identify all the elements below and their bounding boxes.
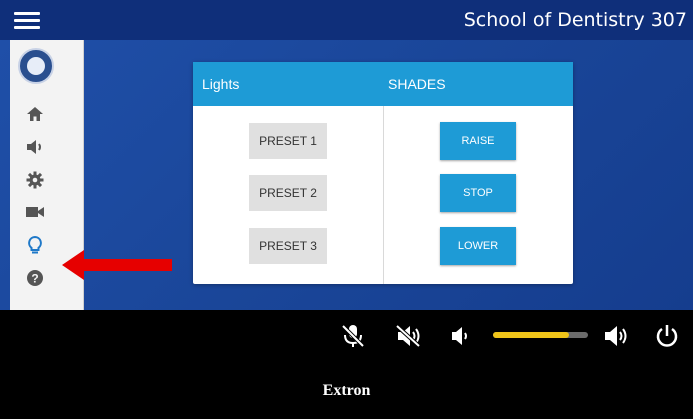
panel-header: Lights SHADES: [193, 62, 573, 106]
lower-button[interactable]: LOWER: [440, 227, 516, 265]
annotation-arrow: [62, 250, 172, 280]
volume-slider[interactable]: [493, 332, 588, 338]
hamburger-menu-icon[interactable]: [14, 9, 40, 31]
stop-button[interactable]: STOP: [440, 174, 516, 212]
lightbulb-icon[interactable]: [22, 233, 48, 257]
lights-heading: Lights: [202, 76, 240, 92]
lights-shades-panel: Lights SHADES PRESET 1 PRESET 2 PRESET 3…: [193, 62, 573, 284]
volume-down-icon[interactable]: [448, 322, 474, 350]
mic-mute-icon[interactable]: [338, 322, 368, 350]
panel-divider: [383, 106, 384, 284]
speaker-mute-icon[interactable]: [393, 322, 425, 350]
preset-1-button[interactable]: PRESET 1: [249, 123, 327, 159]
shades-heading: SHADES: [388, 76, 446, 92]
preset-3-button[interactable]: PRESET 3: [249, 228, 327, 264]
video-camera-icon[interactable]: [22, 200, 48, 224]
home-icon[interactable]: [22, 102, 48, 126]
control-bar: [0, 310, 693, 362]
school-seal-logo: [18, 48, 54, 84]
preset-2-button[interactable]: PRESET 2: [249, 175, 327, 211]
top-bar: School of Dentistry 307: [0, 0, 693, 40]
room-title: School of Dentistry 307: [463, 9, 687, 31]
volume-up-icon[interactable]: [600, 322, 632, 350]
volume-fill: [493, 332, 569, 338]
speaker-icon[interactable]: [22, 135, 48, 159]
raise-button[interactable]: RAISE: [440, 122, 516, 160]
extron-brand: Extron: [322, 382, 371, 399]
power-icon[interactable]: [652, 322, 682, 350]
footer: Extron: [0, 362, 693, 419]
help-question-icon[interactable]: ?: [22, 266, 48, 290]
svg-text:?: ?: [31, 271, 38, 285]
gear-icon[interactable]: [22, 168, 48, 192]
